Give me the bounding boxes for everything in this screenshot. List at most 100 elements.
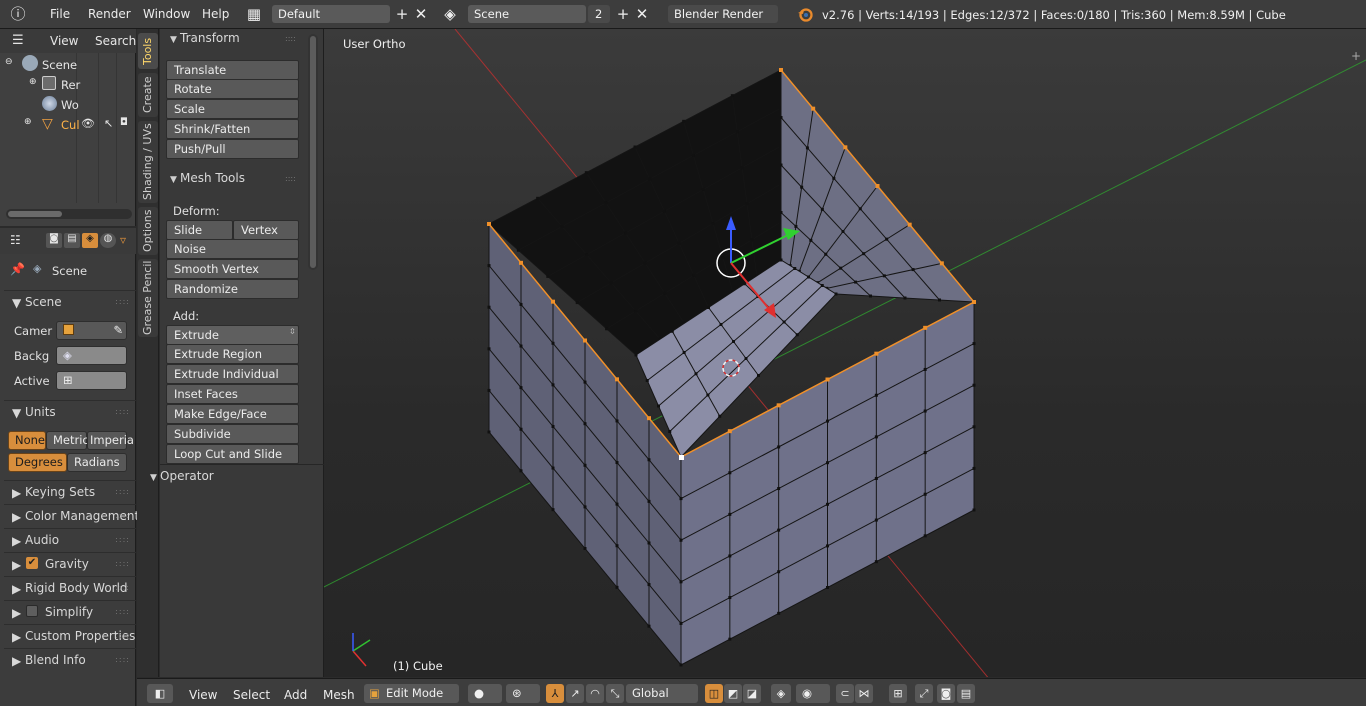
drag-grip-icon[interactable]: :::: [115, 631, 130, 640]
viewport-shading-dropdown[interactable]: ● [468, 684, 502, 703]
rotate-manipulator-icon[interactable]: ◠ [586, 684, 604, 703]
face-select-icon[interactable]: ◪ [743, 684, 761, 703]
section-scene[interactable]: ▼ Scene :::: [4, 290, 136, 312]
mesh-tools-panel-header[interactable]: ▼ Mesh Tools [170, 171, 245, 185]
object-tab-icon[interactable]: ▿ [120, 233, 134, 248]
slide-vertex-button[interactable]: Vertex [233, 220, 299, 240]
camera-snapshot-icon[interactable]: ◙ [937, 684, 955, 703]
drag-grip-icon[interactable]: :::: [115, 607, 130, 616]
manipulator-toggle-icon[interactable]: ⅄ [546, 684, 564, 703]
subdivide-button[interactable]: Subdivide [166, 424, 299, 444]
expand-icon[interactable]: ⊕ [29, 77, 37, 87]
info-editor-icon[interactable]: ⓘ [8, 5, 28, 23]
mode-dropdown[interactable]: ▣ Edit Mode [364, 684, 459, 703]
menu-window[interactable]: Window [143, 7, 190, 21]
section-simplify[interactable]: ▶ Simplify :::: [4, 600, 136, 622]
section-keying-sets[interactable]: ▶ Keying Sets :::: [4, 480, 136, 502]
gravity-checkbox[interactable]: ✔ [26, 557, 38, 569]
unit-imperial-button[interactable]: Imperia [87, 431, 134, 450]
add-scene-icon[interactable]: + [613, 5, 633, 23]
transform-panel-header[interactable]: ▼ Transform [170, 31, 240, 45]
viewport-scene[interactable] [324, 29, 1366, 677]
remove-scene-icon[interactable]: ✕ [632, 5, 652, 23]
eyedropper-icon[interactable]: ✎ [113, 322, 123, 339]
outliner-search-menu[interactable]: Search [95, 34, 136, 48]
translate-button[interactable]: Translate [166, 60, 299, 80]
rotate-button[interactable]: Rotate [166, 79, 299, 99]
push-pull-button[interactable]: Push/Pull [166, 139, 299, 159]
drag-grip-icon[interactable]: :::: [285, 34, 296, 43]
extrude-region-button[interactable]: Extrude Region [166, 344, 299, 364]
pin-icon[interactable]: 📌 [10, 262, 25, 276]
tab-create[interactable]: Create [138, 73, 158, 117]
outliner-item-scene[interactable]: ⊖ Scene [0, 55, 136, 75]
drag-grip-icon[interactable]: :::: [115, 297, 130, 306]
section-units[interactable]: ▼ Units :::: [4, 400, 136, 422]
world-tab-icon[interactable]: ◍ [100, 233, 116, 248]
tab-options[interactable]: Options [138, 207, 158, 255]
menu-file[interactable]: File [50, 7, 70, 21]
section-audio[interactable]: ▶ Audio :::: [4, 528, 136, 550]
render-tab-icon[interactable]: ◙ [46, 233, 62, 248]
loop-cut-slide-button[interactable]: Loop Cut and Slide [166, 444, 299, 464]
remove-layout-icon[interactable]: ✕ [411, 5, 431, 23]
drag-grip-icon[interactable]: :::: [115, 535, 130, 544]
collapse-icon[interactable]: ⊖ [5, 57, 13, 67]
transform-orientation-dropdown[interactable]: Global [626, 684, 698, 703]
snap-magnet-icon[interactable]: ⊂ [836, 684, 854, 703]
render-layers-tab-icon[interactable]: ▤ [64, 233, 80, 248]
simplify-checkbox[interactable] [26, 605, 38, 617]
outliner-editor-icon[interactable]: ☰ [12, 33, 24, 48]
edge-select-icon[interactable]: ◩ [724, 684, 742, 703]
drag-grip-icon[interactable]: :::: [115, 655, 130, 664]
randomize-button[interactable]: Randomize [166, 279, 299, 299]
tab-shading-uvs[interactable]: Shading / UVs [138, 121, 158, 203]
properties-editor-icon[interactable]: ☷ [10, 233, 21, 247]
outliner-view-menu[interactable]: View [50, 34, 78, 48]
menu-mesh[interactable]: Mesh [323, 688, 355, 702]
scene-field[interactable]: Scene [468, 5, 586, 23]
renderable-camera-icon[interactable]: ◘ [120, 117, 128, 128]
screen-layout-field[interactable]: Default [272, 5, 390, 23]
tool-shelf-scrollbar[interactable] [308, 34, 318, 270]
background-field[interactable]: ◈ [56, 346, 127, 365]
properties-region-toggle-icon[interactable]: + [1351, 49, 1361, 63]
section-custom-properties[interactable]: ▶ Custom Properties :::: [4, 624, 136, 646]
camera-field[interactable]: ✎ [56, 321, 127, 340]
shrink-fatten-button[interactable]: Shrink/Fatten [166, 119, 299, 139]
drag-grip-icon[interactable]: :::: [115, 487, 130, 496]
unit-none-button[interactable]: None [8, 431, 46, 450]
opengl-render-icon[interactable]: ⊞ [889, 684, 907, 703]
add-layout-icon[interactable]: + [392, 5, 412, 23]
menu-help[interactable]: Help [202, 7, 229, 21]
scale-manipulator-icon[interactable]: ⤡ [606, 684, 624, 703]
selectable-cursor-icon[interactable]: ↖ [104, 117, 113, 130]
tab-grease-pencil[interactable]: Grease Pencil [138, 259, 158, 337]
section-rigid-body-world[interactable]: ▶ Rigid Body World :::: [4, 576, 136, 598]
slide-edge-button[interactable]: Slide Edge [166, 220, 233, 255]
scene-selector-icon[interactable]: ◈ [440, 5, 460, 23]
drag-grip-icon[interactable]: :::: [285, 174, 296, 183]
3d-viewport[interactable]: User Ortho (1) Cube + [324, 29, 1366, 677]
section-color-management[interactable]: ▶ Color Management :::: [4, 504, 139, 526]
drag-grip-icon[interactable]: :::: [115, 583, 130, 592]
outliner-item-world[interactable]: Wo [0, 95, 136, 115]
tab-tools[interactable]: Tools [138, 33, 158, 69]
scene-tab-icon[interactable]: ◈ [82, 233, 98, 248]
visibility-eye-icon[interactable]: 👁 [81, 117, 95, 130]
active-field[interactable]: ⊞ [56, 371, 127, 390]
drag-grip-icon[interactable]: :::: [115, 407, 130, 416]
drag-grip-icon[interactable]: :::: [115, 511, 130, 520]
smooth-vertex-button[interactable]: Smooth Vertex [166, 259, 299, 279]
render-engine-dropdown[interactable]: Blender Render [668, 5, 778, 23]
editor-type-icon[interactable]: ◧ [147, 684, 173, 703]
screen-layout-icon[interactable]: ▦ [244, 5, 264, 23]
degrees-button[interactable]: Degrees [8, 453, 67, 472]
snap-element-icon[interactable]: ⋈ [855, 684, 873, 703]
outliner-scrollbar[interactable] [6, 209, 132, 219]
vertex-select-icon[interactable]: ◫ [705, 684, 723, 703]
inset-faces-button[interactable]: Inset Faces [166, 384, 299, 404]
menu-add[interactable]: Add [284, 688, 307, 702]
section-gravity[interactable]: ▶ ✔ Gravity :::: [4, 552, 136, 574]
drag-grip-icon[interactable]: :::: [115, 559, 130, 568]
